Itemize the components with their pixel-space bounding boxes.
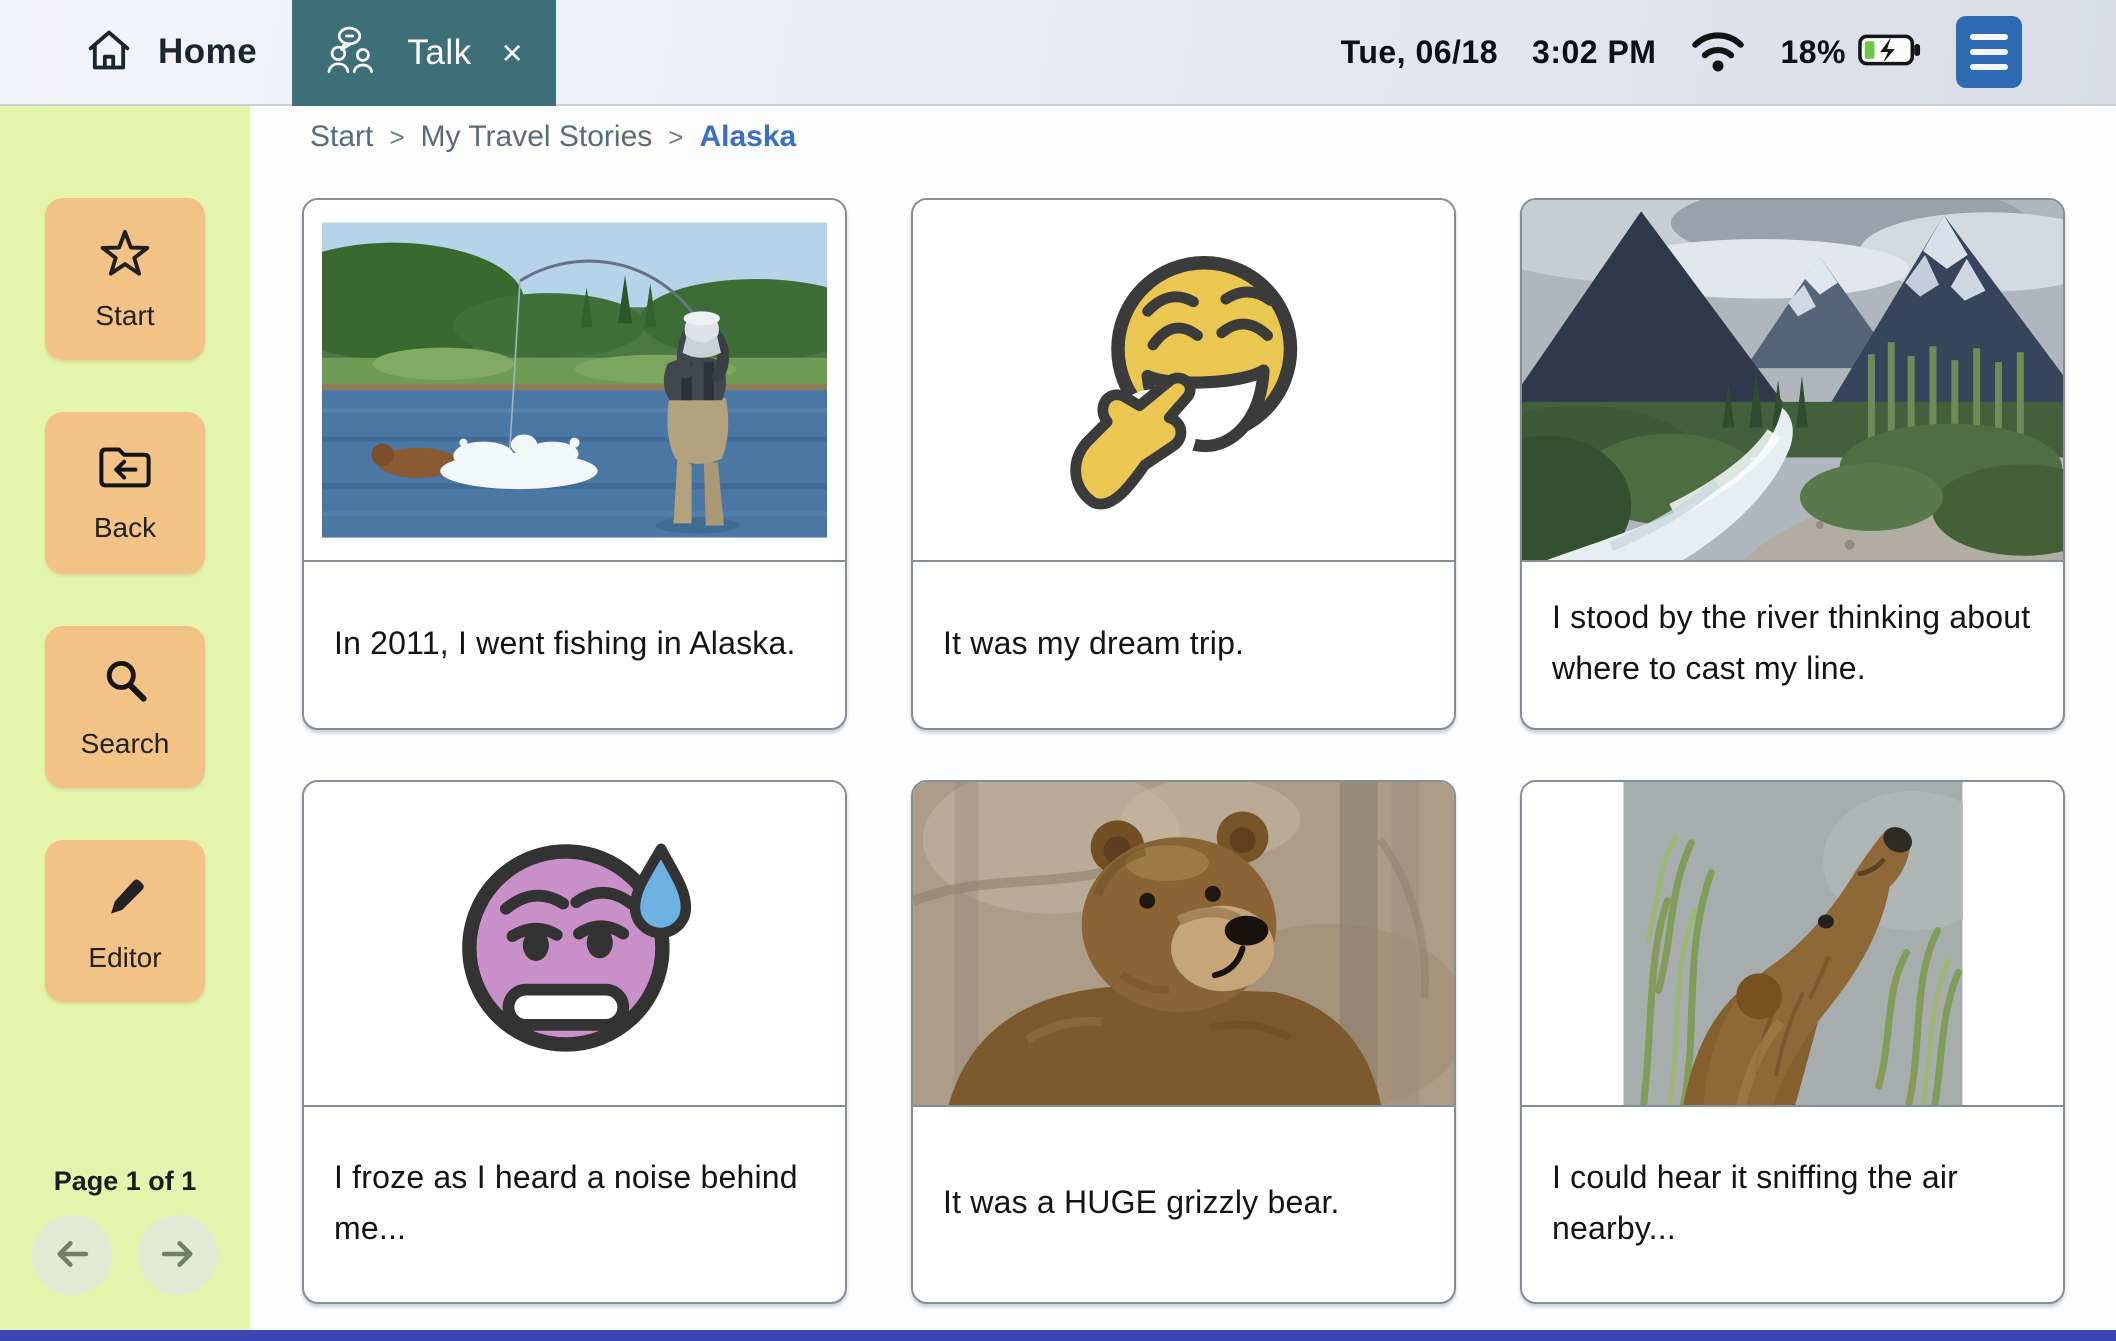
battery-status: 18%	[1780, 33, 1922, 72]
story-card-river[interactable]: I stood by the river thinking about wher…	[1520, 198, 2065, 730]
sidebar-item-editor[interactable]: Editor	[45, 840, 205, 1002]
grinning-face-pointing-hand-emoji	[913, 200, 1454, 562]
sidebar: Start Back Search	[0, 106, 250, 1341]
breadcrumb-start[interactable]: Start	[310, 120, 373, 154]
story-card-fishing[interactable]: In 2011, I went fishing in Alaska.	[302, 198, 847, 730]
fishing-in-alaska-photo	[304, 200, 845, 562]
tab-talk[interactable]: Talk ×	[292, 0, 556, 106]
house-icon	[84, 26, 134, 79]
pencil-icon	[99, 869, 151, 924]
sidebar-item-label: Editor	[88, 942, 161, 974]
battery-charging-icon	[1858, 33, 1922, 72]
status-time: 3:02 PM	[1532, 34, 1656, 71]
arrow-right-icon	[155, 1231, 201, 1280]
close-icon[interactable]: ×	[502, 35, 523, 71]
story-card-text: I could hear it sniffing the air nearby.…	[1522, 1107, 2063, 1302]
sidebar-item-label: Start	[95, 300, 154, 332]
search-icon	[99, 655, 151, 710]
story-card-text: In 2011, I went fishing in Alaska.	[304, 562, 845, 728]
grizzly-bear-photo	[913, 782, 1454, 1107]
star-icon	[98, 227, 152, 282]
battery-percent: 18%	[1780, 34, 1846, 71]
next-page-button[interactable]	[138, 1215, 218, 1295]
story-card-text: It was a HUGE grizzly bear.	[913, 1107, 1454, 1302]
wifi-icon	[1690, 26, 1746, 79]
story-card-grid: In 2011, I went fishing in Alaska.	[302, 198, 2065, 1304]
breadcrumb: Start > My Travel Stories > Alaska	[310, 120, 796, 154]
breadcrumb-separator: >	[668, 122, 683, 153]
story-card-froze[interactable]: I froze as I heard a noise behind me...	[302, 780, 847, 1304]
story-card-sniffing[interactable]: I could hear it sniffing the air nearby.…	[1520, 780, 2065, 1304]
sidebar-item-start[interactable]: Start	[45, 198, 205, 360]
page-navigation: Page 1 of 1	[0, 1166, 250, 1295]
mountain-river-valley-photo	[1522, 200, 2063, 562]
page-indicator: Page 1 of 1	[0, 1166, 250, 1197]
sidebar-item-back[interactable]: Back	[45, 412, 205, 574]
breadcrumb-current: Alaska	[699, 120, 796, 154]
hamburger-menu-button[interactable]	[1956, 16, 2022, 88]
anxious-face-with-sweat-emoji	[304, 782, 845, 1107]
sidebar-item-search[interactable]: Search	[45, 626, 205, 788]
bear-sniffing-air-photo	[1522, 782, 2063, 1107]
prev-page-button[interactable]	[32, 1215, 112, 1295]
status-date: Tue, 06/18	[1341, 34, 1498, 71]
story-card-dream-trip[interactable]: It was my dream trip.	[911, 198, 1456, 730]
story-card-text: I froze as I heard a noise behind me...	[304, 1107, 845, 1302]
story-card-text: I stood by the river thinking about wher…	[1522, 562, 2063, 728]
home-button[interactable]: Home	[84, 0, 257, 104]
arrow-left-icon	[49, 1231, 95, 1280]
sidebar-item-label: Search	[81, 728, 170, 760]
status-group: Tue, 06/18 3:02 PM 18%	[1341, 0, 2116, 104]
people-chat-icon	[325, 24, 385, 83]
story-card-grizzly[interactable]: It was a HUGE grizzly bear.	[911, 780, 1456, 1304]
breadcrumb-my-travel-stories[interactable]: My Travel Stories	[421, 120, 653, 154]
talk-app-screen: Home Talk × Tue	[0, 0, 2116, 1341]
talk-tab-label: Talk	[407, 33, 471, 73]
breadcrumb-separator: >	[389, 122, 404, 153]
story-card-text: It was my dream trip.	[913, 562, 1454, 728]
sidebar-item-label: Back	[94, 512, 156, 544]
folder-back-icon	[97, 443, 153, 494]
home-label: Home	[158, 32, 257, 72]
bottom-accent-bar	[0, 1330, 2116, 1341]
main-content: Start > My Travel Stories > Alaska	[250, 106, 2116, 1341]
top-bar: Home Talk × Tue	[0, 0, 2116, 106]
